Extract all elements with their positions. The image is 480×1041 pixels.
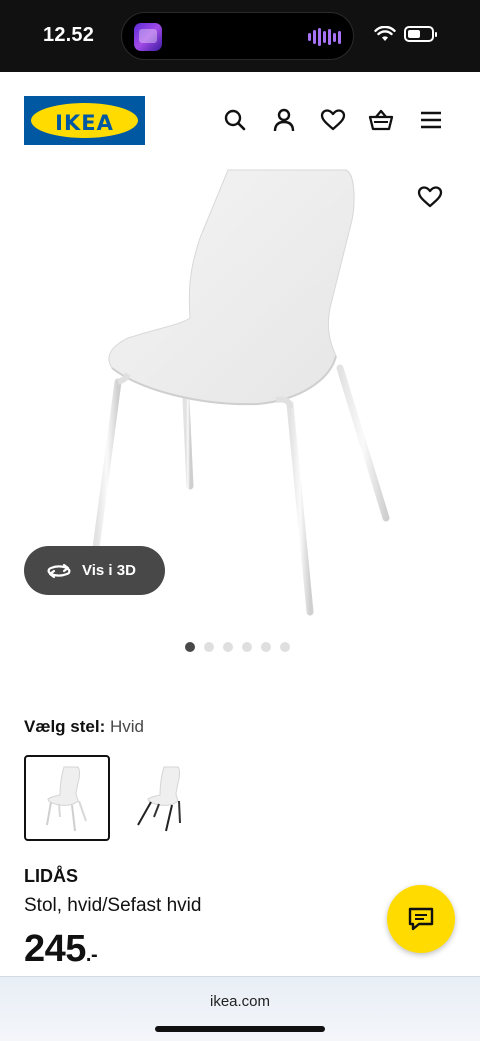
menu-icon[interactable] — [418, 107, 444, 133]
battery-icon — [404, 26, 437, 42]
carousel-dot[interactable] — [261, 642, 271, 652]
product-price: 245.- — [24, 928, 98, 971]
favorite-heart-icon[interactable] — [417, 184, 443, 210]
carousel-dot[interactable] — [204, 642, 214, 652]
variant-label-title: Vælg stel: — [24, 717, 106, 736]
chat-button[interactable] — [387, 885, 455, 953]
status-bar: 12.52 — [0, 0, 480, 72]
heart-icon[interactable] — [320, 107, 346, 133]
carousel-indicator — [185, 642, 290, 652]
search-icon[interactable] — [222, 107, 248, 133]
audio-wave-icon — [308, 27, 341, 47]
home-indicator[interactable] — [155, 1026, 325, 1032]
product-name: LIDÅS — [24, 866, 78, 886]
chat-icon — [408, 907, 434, 931]
view-in-3d-button[interactable]: Vis i 3D — [24, 546, 165, 595]
now-playing-app-icon — [134, 23, 162, 51]
rotate-3d-icon — [47, 563, 71, 578]
wifi-icon — [374, 26, 396, 41]
product-description: Stol, hvid/Sefast hvid — [24, 895, 202, 916]
variant-thumb-white[interactable] — [24, 755, 110, 841]
price-suffix: .- — [85, 944, 98, 966]
url-text[interactable]: ikea.com — [0, 993, 480, 1010]
variant-thumb-black[interactable] — [124, 755, 210, 841]
carousel-dot[interactable] — [223, 642, 233, 652]
ikea-logo[interactable]: IKEA — [24, 96, 145, 145]
carousel-dot[interactable] — [185, 642, 195, 652]
logo-text: IKEA — [55, 111, 114, 135]
basket-icon[interactable] — [368, 107, 394, 133]
variant-value: Hvid — [109, 717, 144, 736]
carousel-dot[interactable] — [242, 642, 252, 652]
price-value: 245 — [24, 928, 86, 970]
status-icons — [374, 26, 437, 42]
view-3d-label: Vis i 3D — [82, 562, 136, 579]
variant-label: Vælg stel: Hvid — [24, 717, 144, 737]
carousel-dot[interactable] — [280, 642, 290, 652]
site-header: IKEA — [0, 72, 480, 168]
status-time: 12.52 — [43, 24, 95, 46]
dynamic-island[interactable] — [121, 12, 354, 60]
profile-icon[interactable] — [271, 107, 297, 133]
black-frame-chair-thumbnail — [137, 766, 181, 832]
white-chair-thumbnail — [46, 766, 87, 832]
browser-address-bar[interactable]: ikea.com — [0, 976, 480, 1041]
